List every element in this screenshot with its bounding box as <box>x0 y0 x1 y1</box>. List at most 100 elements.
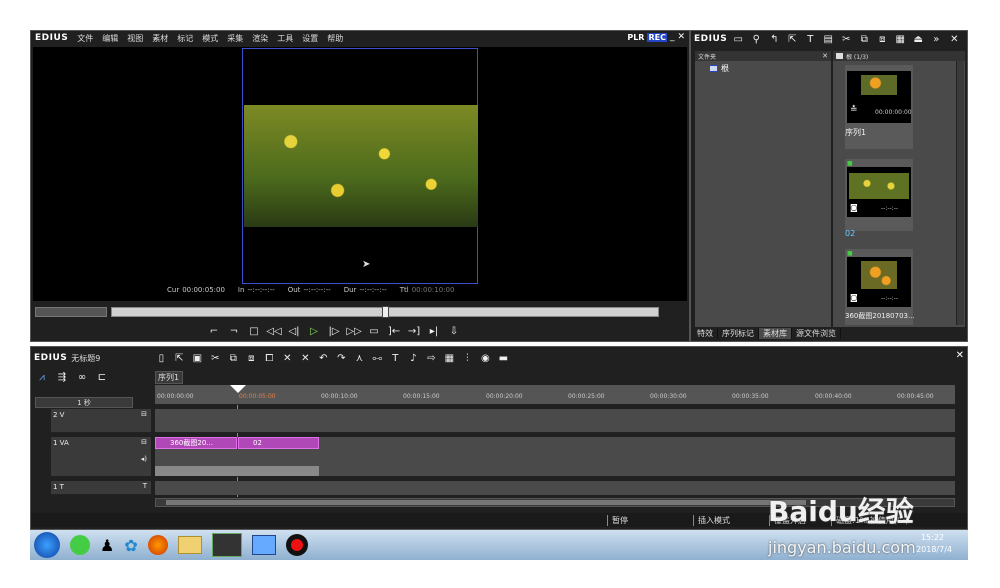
set-in-icon[interactable]: ⌐ <box>207 325 221 337</box>
timeline-close-icon[interactable]: ✕ <box>956 350 964 361</box>
menu-settings[interactable]: 设置 <box>302 33 318 44</box>
close-icon[interactable]: ✕ <box>677 32 685 42</box>
stop-icon[interactable]: □ <box>247 325 261 337</box>
menu-render[interactable]: 渲染 <box>252 33 268 44</box>
scrubber-handle[interactable] <box>382 306 389 318</box>
search-icon[interactable]: ⚲ <box>749 33 763 45</box>
paste-icon[interactable]: ⧈ <box>875 33 889 45</box>
add-title-icon[interactable]: T <box>388 352 402 364</box>
delete-icon[interactable]: ⏏ <box>911 33 925 45</box>
menu-file[interactable]: 文件 <box>77 33 93 44</box>
overwrite-icon[interactable]: →] <box>407 325 421 337</box>
menu-clip[interactable]: 素材 <box>152 33 168 44</box>
track-header-1t[interactable]: 1 TT <box>51 481 151 495</box>
track-icon[interactable]: ⇶ <box>55 371 69 383</box>
speaker-icon[interactable]: ◂) <box>141 455 147 463</box>
tab-effects[interactable]: 特效 <box>693 327 718 339</box>
clip-item-02[interactable]: ■ ◙ --:--:-- <box>845 159 913 231</box>
mic-icon[interactable]: ♪ <box>406 352 420 364</box>
window-icon[interactable] <box>251 535 276 555</box>
time-ruler[interactable]: 00:00:00:00 00:00:05:00 00:00:10:00 00:0… <box>155 385 955 405</box>
folder-explorer-icon[interactable] <box>177 536 202 554</box>
redo-icon[interactable]: ↷ <box>334 352 348 364</box>
replace-icon[interactable]: ⧠ <box>262 352 276 364</box>
ripple-delete-icon[interactable]: ✕ <box>298 352 312 364</box>
start-button-icon[interactable] <box>34 532 60 558</box>
mode-icon[interactable]: ⩘ <box>35 371 49 383</box>
playhead-marker[interactable] <box>230 385 246 393</box>
color-bar-icon[interactable]: ▤ <box>821 33 835 45</box>
edius-taskbar-icon[interactable] <box>211 533 242 557</box>
bin-scrollbar[interactable] <box>956 61 964 325</box>
fast-forward-icon[interactable]: ▷▷ <box>346 325 361 337</box>
menu-marker[interactable]: 标记 <box>177 33 193 44</box>
menu-view[interactable]: 视图 <box>127 33 143 44</box>
plr-button[interactable]: PLR <box>627 33 644 42</box>
track-header-1va[interactable]: 1 VA ⊟ ◂) <box>51 437 151 477</box>
next-frame-icon[interactable]: |▷ <box>327 325 341 337</box>
clip-item-360[interactable]: ■ ◙ --:--:-- 360截图20180703... <box>845 249 915 325</box>
menu-help[interactable]: 帮助 <box>327 33 343 44</box>
menu-edit[interactable]: 编辑 <box>102 33 118 44</box>
delete-clip-icon[interactable]: ✕ <box>280 352 294 364</box>
undo-icon[interactable]: ↶ <box>316 352 330 364</box>
properties-icon[interactable]: ▦ <box>893 33 907 45</box>
seq-tab[interactable]: 序列1 <box>155 371 183 384</box>
tab-library[interactable]: 素材库 <box>759 327 792 339</box>
rec-button[interactable]: REC <box>647 32 667 42</box>
record-app-icon[interactable] <box>285 534 308 556</box>
save-icon[interactable]: ▣ <box>190 352 204 364</box>
sync-icon[interactable]: ∞ <box>75 371 89 383</box>
timeline-copy-icon[interactable]: ⧉ <box>226 352 240 364</box>
timeline-clip-360[interactable]: 360截图20... <box>155 437 237 449</box>
track-2v[interactable] <box>155 409 955 433</box>
media-player-icon[interactable]: ✿ <box>124 536 137 555</box>
loop-icon[interactable]: ▭ <box>367 325 381 337</box>
360-icon[interactable] <box>70 535 90 555</box>
layout-icon[interactable]: ▬ <box>496 352 510 364</box>
cut-icon[interactable]: ✂ <box>839 33 853 45</box>
new-folder-icon[interactable]: ▭ <box>731 33 745 45</box>
expand-icon[interactable]: » <box>929 33 943 45</box>
export-icon[interactable]: ⇩ <box>447 325 461 337</box>
add-clip-icon[interactable]: ⇱ <box>785 33 799 45</box>
firefox-icon[interactable] <box>147 535 168 555</box>
open-project-icon[interactable]: ⇱ <box>172 352 186 364</box>
clip-item-sequence[interactable]: ≛ 00:00:00:00 序列1 <box>845 65 913 149</box>
grid-icon[interactable]: ▦ <box>442 352 456 364</box>
set-out-icon[interactable]: ¬ <box>227 325 241 337</box>
tab-source-browser[interactable]: 源文件浏览 <box>792 327 841 339</box>
menu-capture[interactable]: 采集 <box>227 33 243 44</box>
tab-seq-markers[interactable]: 序列标记 <box>718 327 759 339</box>
menu-tools[interactable]: 工具 <box>277 33 293 44</box>
folder-close-icon[interactable]: ✕ <box>822 52 828 60</box>
root-folder[interactable]: 根 <box>695 61 831 76</box>
mixer-icon[interactable]: ⫶ <box>460 352 474 364</box>
rewind-icon[interactable]: ◁◁ <box>266 325 281 337</box>
scale-selector[interactable]: 1 秒 <box>35 397 133 408</box>
insert-icon[interactable]: ]← <box>387 325 401 337</box>
output-icon[interactable]: ⇨ <box>424 352 438 364</box>
minimize-icon[interactable]: _ <box>670 32 675 42</box>
timeline-cut-icon[interactable]: ✂ <box>208 352 222 364</box>
trim-icon[interactable]: ▸| <box>427 325 441 337</box>
link-icon[interactable]: ⧟ <box>370 352 384 364</box>
audio-clip[interactable] <box>155 466 319 476</box>
ripple-icon[interactable]: ⊏ <box>95 371 109 383</box>
new-sequence-icon[interactable]: ▯ <box>154 352 168 364</box>
qq-icon[interactable]: ♟ <box>100 536 114 555</box>
up-folder-icon[interactable]: ↰ <box>767 33 781 45</box>
title-icon[interactable]: T <box>803 33 817 45</box>
timeline-clip-02[interactable]: 02 <box>238 437 319 449</box>
playback-scrubber[interactable] <box>111 306 659 318</box>
play-icon[interactable]: ▷ <box>307 325 321 337</box>
snap-icon[interactable]: ⋏ <box>352 352 366 364</box>
bin-close-icon[interactable]: ✕ <box>947 33 961 45</box>
copy-icon[interactable]: ⧉ <box>857 33 871 45</box>
timeline-paste-icon[interactable]: ⧈ <box>244 352 258 364</box>
menu-mode[interactable]: 模式 <box>202 33 218 44</box>
record-icon[interactable]: ◉ <box>478 352 492 364</box>
prev-frame-icon[interactable]: ◁| <box>287 325 301 337</box>
shuttle-slider[interactable] <box>35 307 107 317</box>
track-header-2v[interactable]: 2 V ⊟ <box>51 409 151 433</box>
